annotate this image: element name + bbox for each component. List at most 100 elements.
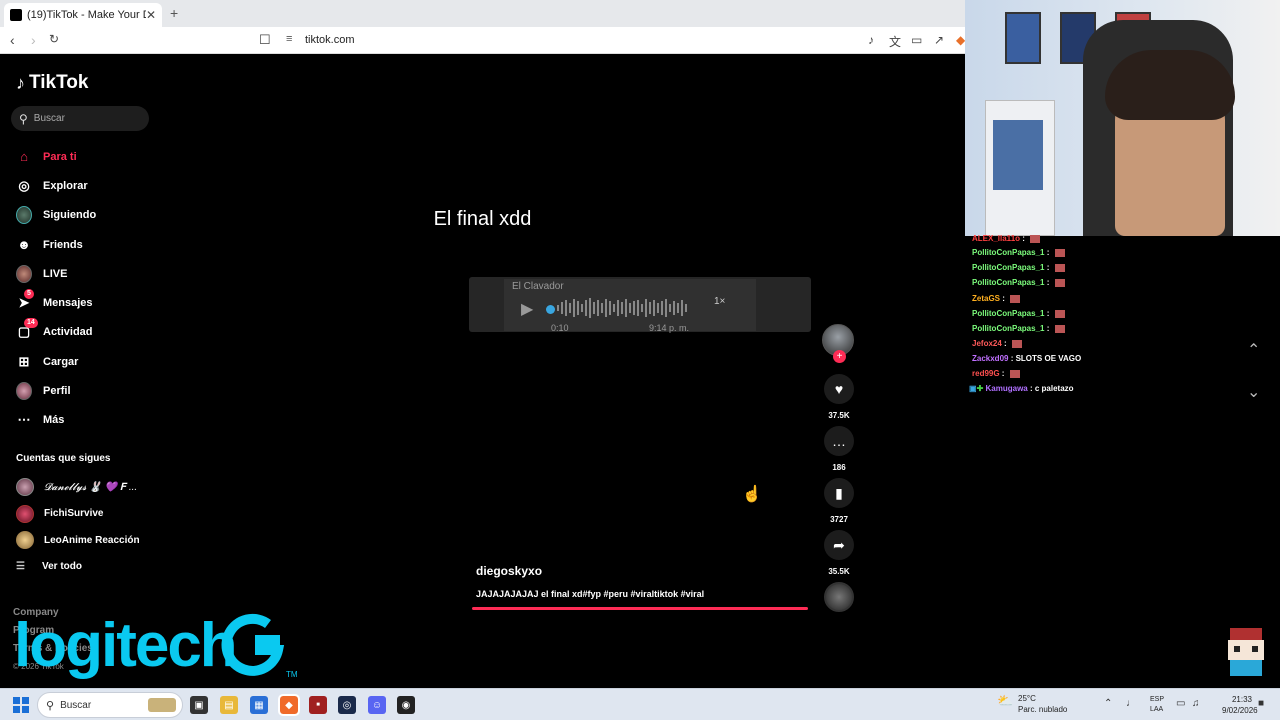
chat-user: Zackxd09 <box>972 354 1009 363</box>
sidebar-item-para-ti[interactable]: ⌂ Para ti <box>16 142 166 171</box>
no-audio-icon[interactable]: ♪ <box>868 33 874 47</box>
brave-browser-icon[interactable]: ◆ <box>278 694 300 716</box>
music-disc[interactable] <box>824 582 854 612</box>
avatar <box>16 531 34 550</box>
sidebar-item-actividad[interactable]: ▢ 14 Actividad <box>16 318 166 347</box>
bookmark-icon[interactable]: ▮ <box>824 478 854 508</box>
hand-cursor-icon: ☝ <box>742 486 762 503</box>
chevron-up-icon[interactable]: ⌃ <box>1247 340 1260 360</box>
sidebar-item-label: Más <box>43 414 65 427</box>
sidebar-item-cargar[interactable]: ⊞ Cargar <box>16 347 166 376</box>
clock[interactable]: 21:33 9/02/2026 <box>1222 694 1258 716</box>
share-icon[interactable]: ↗ <box>934 33 944 47</box>
sidebar-item-friends[interactable]: ☻ Friends <box>16 230 166 259</box>
following-item[interactable]: 𝓓𝓪𝓷𝓮𝓵𝓵𝔂𝓼 🐰 💜 𝐅 ... <box>16 474 140 501</box>
emote-icon <box>1054 324 1065 333</box>
live-avatar <box>16 264 32 283</box>
audio-sender: El Clavador <box>512 281 564 292</box>
search-box[interactable]: ⚲ <box>11 106 149 131</box>
webcam-feed <box>965 0 1280 236</box>
see-all-button[interactable]: ☰ Ver todo <box>16 561 82 572</box>
bookmark-icon[interactable]: ☐ <box>259 32 271 48</box>
list-icon: ☰ <box>16 561 25 572</box>
following-list: 𝓓𝓪𝓷𝓮𝓵𝓵𝔂𝓼 🐰 💜 𝐅 ... FichiSurvive LeoAnime… <box>16 474 140 554</box>
following-name: 𝓓𝓪𝓷𝓮𝓵𝓵𝔂𝓼 🐰 💜 𝐅 ... <box>44 481 138 493</box>
microphone-icon[interactable]: ♩ <box>1126 698 1136 709</box>
following-item[interactable]: FichiSurvive <box>16 501 140 528</box>
file-explorer-icon[interactable]: ▤ <box>220 696 238 714</box>
notification-icon[interactable]: ■ <box>1258 698 1264 709</box>
follow-plus-icon[interactable]: + <box>833 350 846 363</box>
weather-widget[interactable]: ⛅ 25°C Parc. nublado <box>997 693 1067 715</box>
chat-line: ALEX_lla11o : <box>972 234 1041 243</box>
share-action[interactable]: ➦ 35.5K <box>824 530 854 576</box>
sidebar-item-explorar[interactable]: ◎ Explorar <box>16 171 166 200</box>
chat-user: PollitoConPapas_1 <box>972 248 1045 257</box>
following-title: Cuentas que sigues <box>16 453 111 464</box>
sidebar-item-mensajes[interactable]: ➤ 5 Mensajes <box>16 288 166 317</box>
translate-icon[interactable]: 文 <box>889 33 901 50</box>
brave-shield-icon[interactable]: ◆ <box>956 33 965 47</box>
comment-action[interactable]: … 186 <box>824 426 854 472</box>
new-tab-button[interactable]: + <box>170 5 178 21</box>
pixel-mascot-icon <box>1228 628 1264 676</box>
video-actions: + ♥ 37.5K … 186 ▮ 3727 ➦ 35.5K <box>822 324 856 612</box>
discord-icon[interactable]: ☺ <box>368 696 386 714</box>
following-item[interactable]: LeoAnime Reacción <box>16 527 140 554</box>
creator-avatar[interactable]: + <box>822 324 854 363</box>
sidebar-item-mas[interactable]: ⋯ Más <box>16 406 166 435</box>
chat-user: red99G <box>972 369 1000 378</box>
sidebar-item-label: Mensajes <box>43 297 93 310</box>
comment-icon[interactable]: … <box>824 426 854 456</box>
volume-icon[interactable]: ♫ <box>1192 698 1200 709</box>
url-field[interactable]: tiktok.com <box>305 34 355 46</box>
store-icon[interactable]: ▦ <box>250 696 268 714</box>
video-author[interactable]: diegoskyxo <box>476 564 542 578</box>
chevron-down-icon[interactable]: ⌄ <box>1247 382 1260 402</box>
heart-icon[interactable]: ♥ <box>824 374 854 404</box>
emote-icon <box>1030 234 1041 243</box>
chat-user: Jefox24 <box>972 339 1002 348</box>
chat-line: PollitoConPapas_1 : <box>972 278 1065 287</box>
sidebar-item-live[interactable]: LIVE <box>16 259 166 288</box>
home-icon: ⌂ <box>20 149 28 165</box>
tiktok-logo[interactable]: ♪ TikTok <box>16 72 88 94</box>
site-info-icon[interactable]: ≡ <box>286 33 292 45</box>
weather-temp: 25°C <box>1018 694 1036 703</box>
sidebar-item-label: Cargar <box>43 355 79 368</box>
share-count: 35.5K <box>828 567 850 576</box>
network-icon[interactable]: ▭ <box>1176 698 1185 709</box>
forward-icon[interactable]: › <box>31 32 36 48</box>
streamer-hair <box>1105 50 1235 120</box>
windows-start-icon[interactable] <box>13 697 29 713</box>
clock-date: 9/02/2026 <box>1222 706 1258 715</box>
language-indicator[interactable]: ESP LAA <box>1150 695 1164 715</box>
language-code: ESP <box>1150 696 1165 703</box>
friends-icon: ☻ <box>17 237 31 253</box>
chat-line: PollitoConPapas_1 : <box>972 324 1065 333</box>
search-input[interactable] <box>33 113 134 124</box>
steam-icon[interactable]: ◎ <box>338 696 356 714</box>
app-icon[interactable]: ■ <box>309 696 327 714</box>
play-icon: ▶ <box>521 301 534 318</box>
profile-avatar <box>16 382 32 401</box>
browser-tab[interactable]: (19)TikTok - Make Your Day ✕ <box>4 3 162 27</box>
obs-icon[interactable]: ◉ <box>397 696 415 714</box>
clock-time: 21:33 <box>1231 695 1252 704</box>
save-action[interactable]: ▮ 3727 <box>824 478 854 524</box>
back-icon[interactable]: ‹ <box>10 32 15 48</box>
sidebar-item-perfil[interactable]: Perfil <box>16 376 166 405</box>
sidebar-item-label: Perfil <box>43 385 71 398</box>
video-progress-bar[interactable] <box>472 607 808 610</box>
cast-icon[interactable]: ▭ <box>911 33 922 47</box>
task-view-icon[interactable]: ▣ <box>190 696 208 714</box>
chat-line: PollitoConPapas_1 : <box>972 248 1065 257</box>
chat-user: ZetaGS <box>972 294 1001 303</box>
taskbar-search[interactable]: ⚲ Buscar <box>37 692 183 718</box>
like-action[interactable]: ♥ 37.5K <box>824 374 854 420</box>
tab-close-icon[interactable]: ✕ <box>146 8 156 22</box>
share-arrow-icon[interactable]: ➦ <box>824 530 854 560</box>
tray-chevron-up-icon[interactable]: ⌃ <box>1104 698 1112 709</box>
reload-icon[interactable]: ↻ <box>49 32 59 46</box>
audio-speed: 1× <box>714 296 726 307</box>
